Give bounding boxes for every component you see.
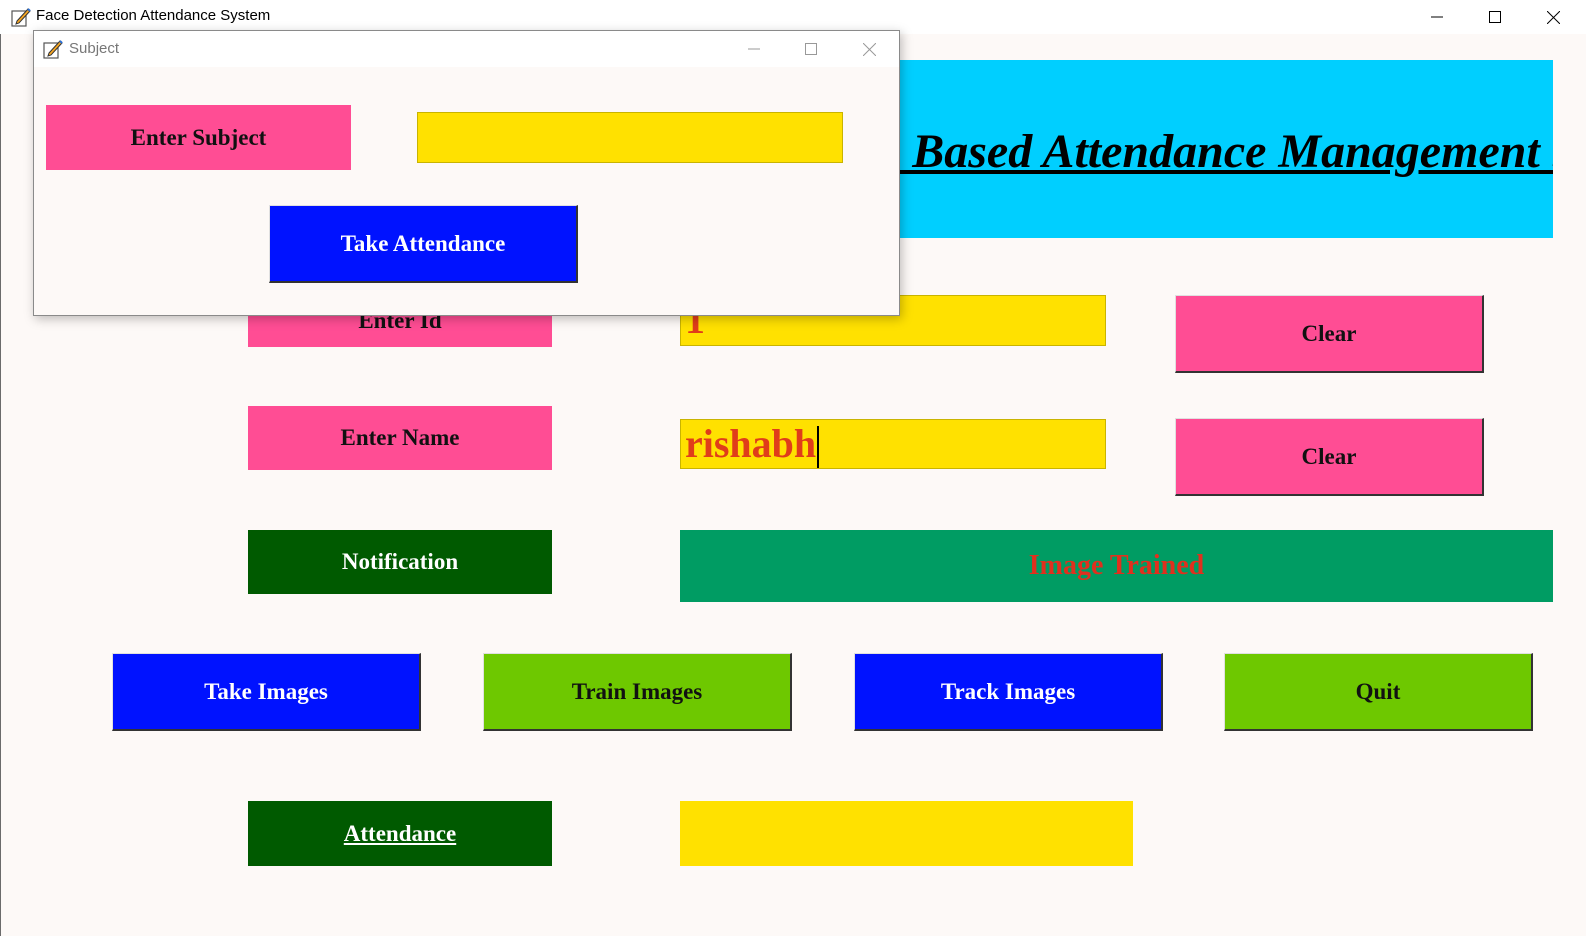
subject-dialog: Subject Enter Subject Take Attendance	[33, 30, 900, 316]
minimize-icon	[748, 43, 760, 55]
quit-button[interactable]: Quit	[1224, 653, 1533, 731]
minimize-button[interactable]	[1414, 0, 1460, 34]
enter-subject-label: Enter Subject	[46, 105, 351, 170]
name-input-value: rishabh	[685, 421, 817, 466]
minimize-icon	[1431, 11, 1443, 23]
take-attendance-button[interactable]: Take Attendance	[269, 205, 578, 283]
maximize-button[interactable]	[1472, 0, 1518, 34]
clear-id-button[interactable]: Clear	[1175, 295, 1484, 373]
subject-input[interactable]	[417, 112, 843, 163]
close-icon	[1546, 10, 1560, 24]
dialog-minimize-button[interactable]	[731, 32, 777, 66]
attendance-display	[680, 801, 1133, 866]
train-images-button[interactable]: Train Images	[483, 653, 792, 731]
pen-paper-icon	[10, 6, 32, 28]
heading-banner: Face Recognition Based Attendance Manage…	[875, 60, 1553, 238]
dialog-title-bar: Subject	[34, 31, 899, 67]
window-border	[0, 34, 1, 936]
maximize-icon	[805, 43, 817, 55]
main-title-bar: Face Detection Attendance System	[0, 0, 1586, 34]
heading-title: Face Recognition Based Attendance Manage…	[875, 125, 1553, 178]
clear-name-button[interactable]: Clear	[1175, 418, 1484, 496]
notification-label: Notification	[248, 530, 552, 594]
name-input[interactable]: rishabh	[680, 419, 1106, 469]
attendance-label: Attendance	[248, 801, 552, 866]
enter-name-label: Enter Name	[248, 406, 552, 470]
take-images-button[interactable]: Take Images	[112, 653, 421, 731]
dialog-title: Subject	[69, 40, 120, 57]
track-images-button[interactable]: Track Images	[854, 653, 1163, 731]
pen-paper-icon	[42, 38, 64, 60]
maximize-icon	[1489, 11, 1501, 23]
dialog-maximize-button[interactable]	[788, 32, 834, 66]
close-icon	[862, 42, 876, 56]
text-cursor	[817, 425, 820, 468]
window-title: Face Detection Attendance System	[36, 7, 271, 24]
dialog-close-button[interactable]	[846, 32, 892, 66]
notification-message: Image Trained	[680, 530, 1553, 602]
close-button[interactable]	[1530, 0, 1576, 34]
